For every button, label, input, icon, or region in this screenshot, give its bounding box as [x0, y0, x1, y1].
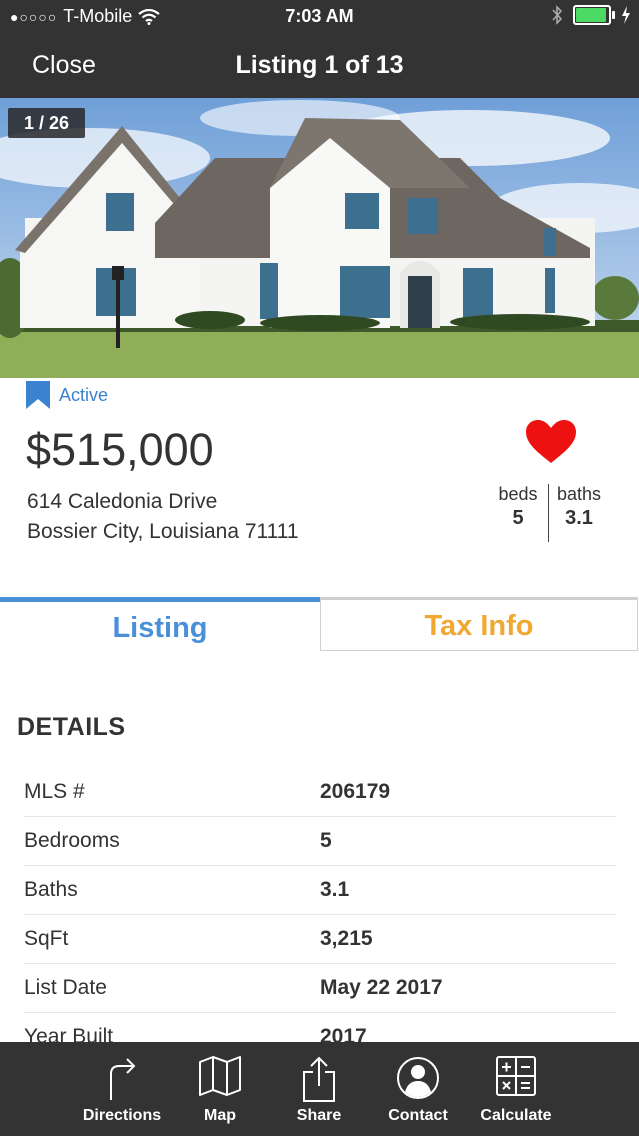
row-value: 206179: [320, 780, 391, 803]
beds-value: 5: [512, 507, 524, 529]
row-label: List Date: [24, 976, 107, 999]
row-label: Baths: [24, 878, 78, 901]
row-label: SqFt: [24, 927, 69, 950]
table-row: SqFt 3,215: [24, 915, 616, 964]
row-label: MLS #: [24, 780, 85, 803]
contact-button[interactable]: Contact: [368, 1042, 468, 1136]
listing-photo[interactable]: [0, 98, 639, 378]
table-row: Baths 3.1: [24, 866, 616, 915]
row-value: 3.1: [320, 878, 350, 901]
bluetooth-icon: [552, 5, 563, 25]
bed-bath-summary: beds 5 baths 3.1: [488, 484, 609, 542]
table-row: MLS # 206179: [24, 768, 616, 817]
share-label: Share: [296, 1107, 342, 1124]
bookmark-icon: [26, 381, 50, 409]
row-label: Bedrooms: [24, 829, 120, 852]
page-title: Listing 1 of 13: [235, 51, 404, 79]
row-value: May 22 2017: [320, 976, 443, 999]
section-title: DETAILS: [17, 713, 126, 741]
share-button[interactable]: Share: [269, 1042, 369, 1136]
favorite-button[interactable]: [526, 420, 576, 469]
beds-summary: beds 5: [488, 484, 548, 542]
row-value: 3,215: [320, 927, 373, 950]
battery-icon: [573, 5, 615, 25]
listing-price: $515,000: [26, 424, 214, 475]
calculator-icon: [496, 1056, 536, 1096]
contact-label: Contact: [388, 1107, 448, 1124]
tab-listing[interactable]: Listing: [0, 597, 320, 651]
map-label: Map: [204, 1107, 236, 1124]
baths-label: baths: [556, 484, 602, 504]
directions-icon: [110, 1058, 136, 1100]
map-button[interactable]: Map: [170, 1042, 270, 1136]
details-table: MLS # 206179 Bedrooms 5 Baths 3.1 SqFt 3…: [24, 768, 616, 1062]
address-city: Bossier City, Louisiana 71111: [27, 520, 299, 543]
photo-counter: 1 / 26: [8, 108, 85, 138]
contact-icon: [397, 1057, 439, 1099]
heart-icon: [526, 420, 576, 463]
share-icon: [303, 1056, 335, 1102]
baths-value: 3.1: [565, 507, 593, 529]
table-row: List Date May 22 2017: [24, 964, 616, 1013]
map-icon: [199, 1056, 241, 1096]
tab-bar: Listing Tax Info: [0, 597, 639, 651]
directions-button[interactable]: Directions: [72, 1042, 172, 1136]
baths-summary: baths 3.1: [549, 484, 609, 542]
calculate-button[interactable]: Calculate: [466, 1042, 566, 1136]
tab-tax-info[interactable]: Tax Info: [320, 597, 638, 651]
clock: 7:03 AM: [285, 6, 354, 26]
charging-icon: [622, 6, 630, 24]
bottom-toolbar: Directions Map Share Contact Calculate: [0, 1042, 639, 1136]
address-street: 614 Caledonia Drive: [27, 490, 218, 513]
beds-label: beds: [498, 484, 538, 504]
table-row: Bedrooms 5: [24, 817, 616, 866]
status-badge: Active: [59, 384, 109, 405]
status-bar: ●○○○○ T-Mobile 7:03 AM: [0, 0, 639, 34]
navigation-bar: Close Listing 1 of 13: [0, 34, 639, 98]
row-value: 5: [320, 829, 332, 852]
calculate-label: Calculate: [480, 1107, 552, 1124]
directions-label: Directions: [82, 1107, 162, 1124]
listing-status: Active: [25, 381, 108, 409]
